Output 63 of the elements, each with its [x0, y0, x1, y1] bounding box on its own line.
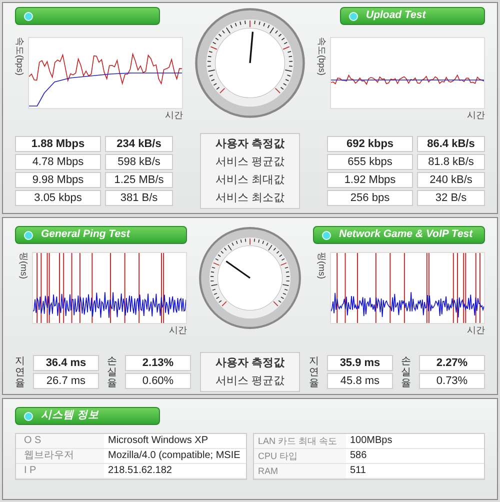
value-cell: 1.25 MB/s [105, 172, 173, 188]
axis-label: 핑(ms) [19, 252, 28, 279]
axis-label: 속도(bps) [15, 37, 24, 76]
info-value: 218.51.62.182 [107, 464, 173, 478]
value-cell: 2.13% [125, 355, 191, 371]
value-cell: 0.73% [419, 373, 485, 389]
value-cell: 1.88 Mbps [15, 136, 101, 152]
section-title: Network Game & VoIP Test [339, 227, 473, 242]
info-value: 511 [349, 464, 367, 478]
axis-label: 속도(bps) [317, 37, 326, 76]
row-label: 사용자 측정값 [214, 137, 286, 152]
value-cell: 381 B/s [105, 190, 173, 206]
axis-label: 핑(ms) [317, 252, 326, 279]
axis-label: 시간 [169, 324, 187, 337]
status-light-icon [349, 12, 358, 20]
axis-label: 시간 [467, 324, 485, 337]
row-label: 손실율 [401, 356, 411, 388]
value-cell: 256 bps [327, 190, 413, 206]
value-cell: 45.8 ms [327, 373, 393, 389]
row-label: 사용자 측정값 [214, 356, 286, 371]
info-label: 웹브라우저 [16, 449, 104, 463]
section-title: General Ping Test [41, 227, 130, 242]
value-cell: 692 kbps [327, 136, 413, 152]
info-value: 100MBps [349, 434, 394, 448]
status-light-icon [322, 230, 331, 240]
row-label: 손실율 [107, 356, 117, 388]
info-label: CPU 타입 [254, 449, 346, 463]
value-cell: 32 B/s [417, 190, 485, 206]
info-value: Mozilla/4.0 (compatible; MSIE [107, 449, 242, 463]
value-cell: 1.92 Mbps [327, 172, 413, 188]
status-light-icon [24, 12, 33, 20]
value-cell: 35.9 ms [327, 355, 393, 371]
status-light-icon [24, 230, 33, 240]
info-label: O S [16, 434, 104, 448]
value-cell: 36.4 ms [33, 355, 99, 371]
value-cell: 0.60% [125, 373, 191, 389]
value-cell: 4.78 Mbps [15, 154, 101, 170]
row-label: 서비스 평균값 [214, 155, 286, 170]
axis-label: 시간 [165, 109, 183, 122]
value-cell: 9.98 Mbps [15, 172, 101, 188]
value-cell: 598 kB/s [105, 154, 173, 170]
row-label: 서비스 평균값 [214, 374, 286, 389]
row-label: 서비스 최소값 [214, 191, 286, 206]
info-value: Microsoft Windows XP [107, 434, 210, 448]
value-cell: 234 kB/s [105, 136, 173, 152]
value-cell: 3.05 kbps [15, 190, 101, 206]
info-label: I P [16, 464, 104, 478]
info-label: LAN 카드 최대 속도 [254, 434, 346, 448]
axis-label: 시간 [467, 109, 485, 122]
value-cell: 655 kbps [327, 154, 413, 170]
value-cell: 2.27% [419, 355, 485, 371]
value-cell: 26.7 ms [33, 373, 99, 389]
value-cell: 86.4 kB/s [417, 136, 485, 152]
info-value: 586 [349, 449, 368, 463]
row-label: 서비스 최대값 [214, 173, 286, 188]
status-light-icon [24, 412, 33, 420]
section-title: 시스템 정보 [41, 408, 99, 424]
row-label: 지연율 [309, 356, 319, 388]
info-label: RAM [254, 464, 346, 478]
row-label: 지연율 [15, 356, 25, 388]
value-cell: 240 kB/s [417, 172, 485, 188]
value-cell: 81.8 kB/s [417, 154, 485, 170]
section-title: Upload Test [366, 8, 426, 24]
